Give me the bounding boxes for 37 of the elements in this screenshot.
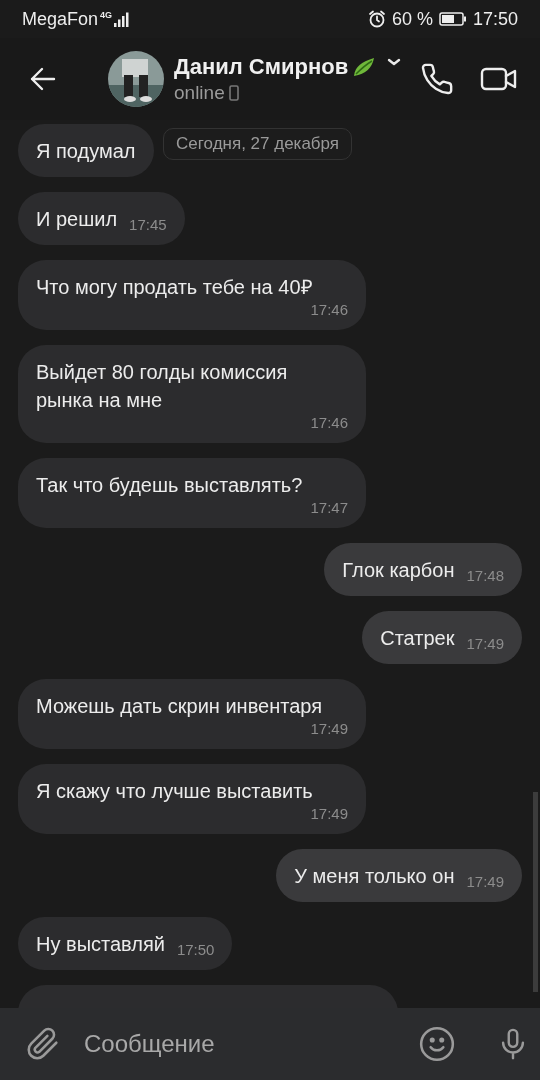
message-time: 17:49 xyxy=(310,720,348,737)
message-time: 17:46 xyxy=(310,301,348,318)
battery-percent: 60 % xyxy=(391,8,433,30)
message-time: 17:47 xyxy=(310,499,348,516)
message-text: Выйдет 80 голды комиссия рынка на мне xyxy=(36,360,289,413)
alarm-icon xyxy=(367,10,386,28)
message-text: У меня только он xyxy=(294,864,455,889)
carrier-name: MegaFon xyxy=(22,8,99,30)
message-time: 17:48 xyxy=(466,567,504,584)
online-status: online xyxy=(174,82,225,104)
battery-icon xyxy=(438,12,467,26)
message-time: 17:49 xyxy=(466,873,504,890)
smiley-icon xyxy=(418,1025,456,1063)
signal-icon xyxy=(114,11,131,27)
contact-name[interactable]: Данил Смирнов xyxy=(174,54,349,80)
paperclip-icon xyxy=(26,1027,60,1061)
phone-device-icon xyxy=(228,85,239,101)
message-text: Глок карбон xyxy=(342,558,455,583)
phone-icon xyxy=(420,62,454,96)
date-label: Сегодня, 27 декабря xyxy=(163,128,353,160)
message-time: 17:49 xyxy=(310,805,348,822)
message-text: Я подумал xyxy=(36,139,136,164)
message-text: Я скажу что лучше выставить xyxy=(36,779,314,804)
leaf-icon xyxy=(352,56,377,78)
message-time: 17:50 xyxy=(176,941,215,958)
message-text: И решил xyxy=(36,207,118,232)
message-time: 17:49 xyxy=(466,635,504,652)
scrollbar[interactable] xyxy=(533,792,538,992)
clock: 17:50 xyxy=(472,8,518,30)
message-time: 17:46 xyxy=(310,414,348,431)
message-text: Статрек xyxy=(380,626,455,651)
message-text: Так что будешь выставлять? xyxy=(36,473,304,498)
message-time: 17:45 xyxy=(129,216,167,233)
message-text: Что могу продать тебе на 40₽ xyxy=(36,275,314,300)
message-text: Можешь дать скрин инвентаря xyxy=(36,694,323,719)
message-text: Ну выставляй xyxy=(36,932,165,957)
network-type: 4G xyxy=(100,10,113,20)
